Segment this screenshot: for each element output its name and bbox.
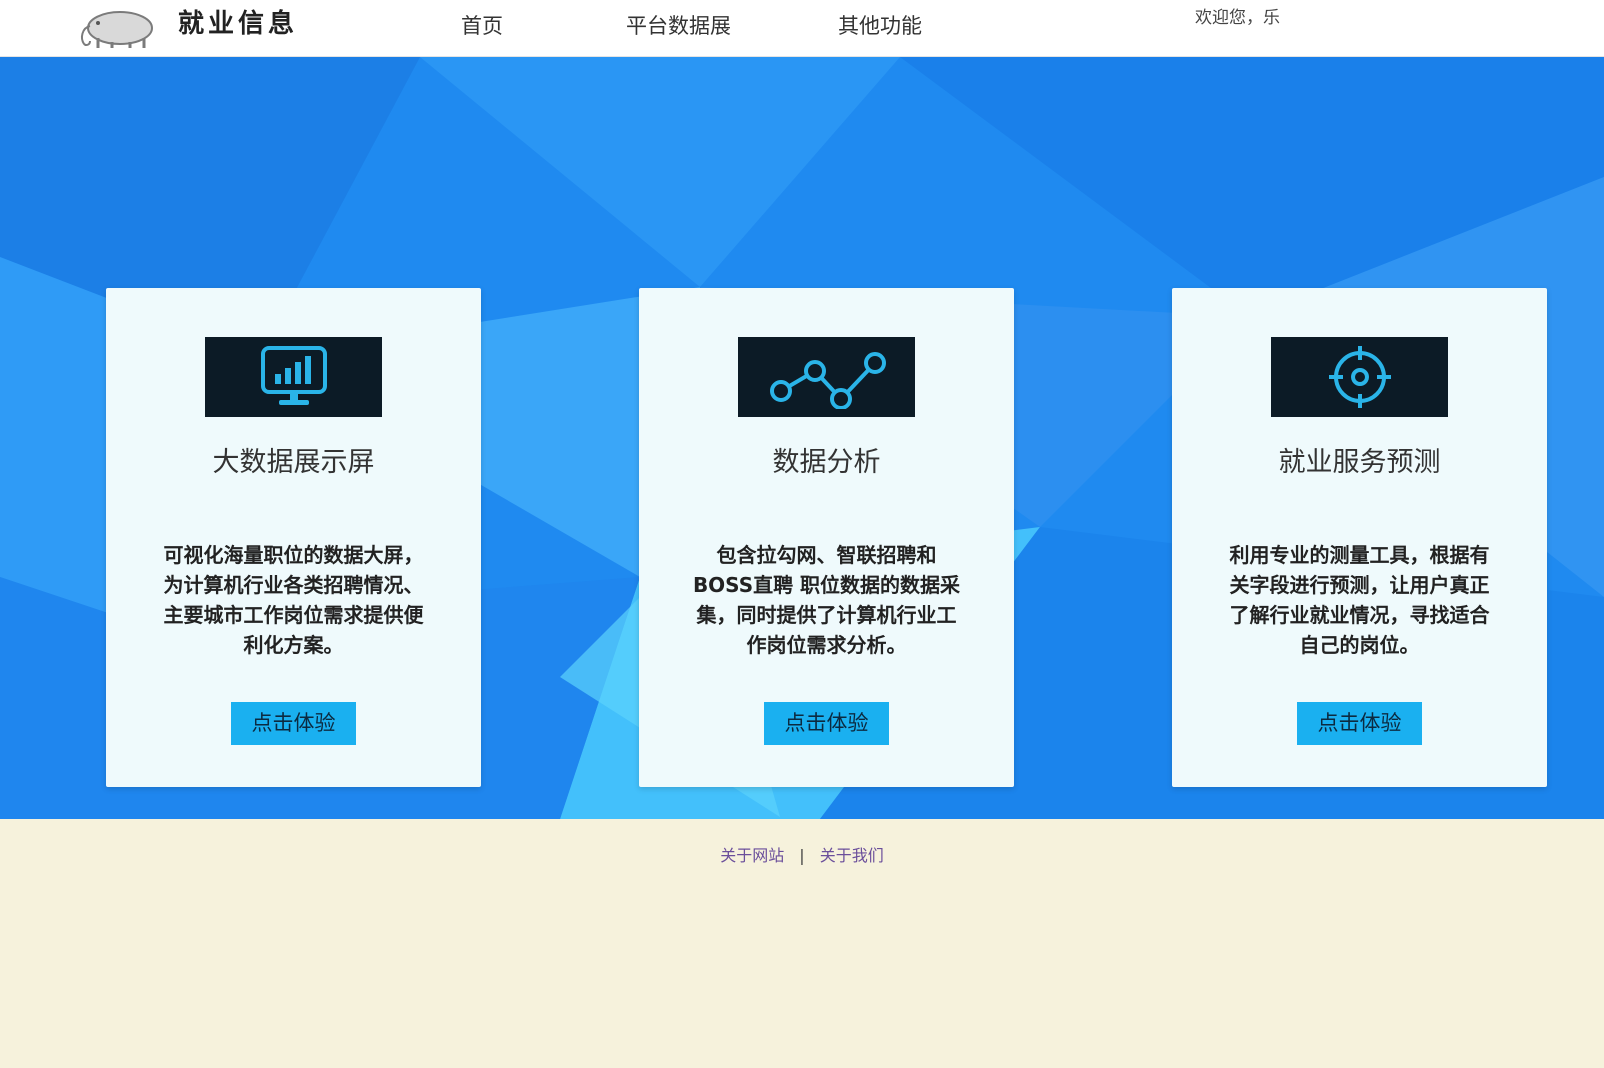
footer-separator: | bbox=[799, 846, 805, 865]
try-button-analysis[interactable]: 点击体验 bbox=[764, 702, 889, 745]
card-description: 可视化海量职位的数据大屏，为计算机行业各类招聘情况、主要城市工作岗位需求提供便利… bbox=[163, 543, 424, 657]
card-description: 利用专业的测量工具，根据有关字段进行预测，让用户真正了解行业就业情况，寻找适合自… bbox=[1229, 543, 1490, 657]
card-icon-box bbox=[205, 337, 382, 417]
nav-other-functions[interactable]: 其他功能 bbox=[838, 12, 922, 40]
card-icon-box bbox=[738, 337, 915, 417]
try-button-bigdata[interactable]: 点击体验 bbox=[231, 702, 356, 745]
hero-section: 大数据展示屏 可视化海量职位的数据大屏，为计算机行业各类招聘情况、主要城市工作岗… bbox=[0, 57, 1604, 819]
card-icon-box bbox=[1271, 337, 1448, 417]
nav-home[interactable]: 首页 bbox=[461, 12, 503, 40]
footer-links: 关于网站 | 关于我们 bbox=[0, 844, 1604, 868]
footer-link-about-us[interactable]: 关于我们 bbox=[820, 846, 884, 865]
footer-link-about-site[interactable]: 关于网站 bbox=[720, 846, 784, 865]
elephant-logo-icon[interactable] bbox=[76, 6, 156, 50]
target-icon bbox=[1328, 346, 1391, 408]
monitor-chart-icon bbox=[260, 346, 327, 405]
card-title: 大数据展示屏 bbox=[212, 447, 375, 478]
try-button-prediction[interactable]: 点击体验 bbox=[1297, 702, 1422, 745]
feature-card-analysis: 数据分析 包含拉勾网、智联招聘和BOSS直聘 职位数据的数据采集，同时提供了计算… bbox=[639, 288, 1014, 787]
feature-card-prediction: 就业服务预测 利用专业的测量工具，根据有关字段进行预测，让用户真正了解行业就业情… bbox=[1172, 288, 1547, 787]
top-navbar: 就业信息 首页 平台数据展 其他功能 欢迎您，乐 bbox=[0, 0, 1604, 57]
feature-card-bigdata: 大数据展示屏 可视化海量职位的数据大屏，为计算机行业各类招聘情况、主要城市工作岗… bbox=[106, 288, 481, 787]
site-title: 就业信息 bbox=[178, 9, 299, 39]
welcome-text: 欢迎您，乐 bbox=[1195, 8, 1280, 28]
card-title: 就业服务预测 bbox=[1278, 447, 1441, 478]
line-chart-icon bbox=[769, 352, 886, 409]
card-title: 数据分析 bbox=[772, 447, 881, 478]
nav-platform-data[interactable]: 平台数据展 bbox=[626, 12, 731, 40]
card-description: 包含拉勾网、智联招聘和BOSS直聘 职位数据的数据采集，同时提供了计算机行业工作… bbox=[692, 543, 961, 657]
